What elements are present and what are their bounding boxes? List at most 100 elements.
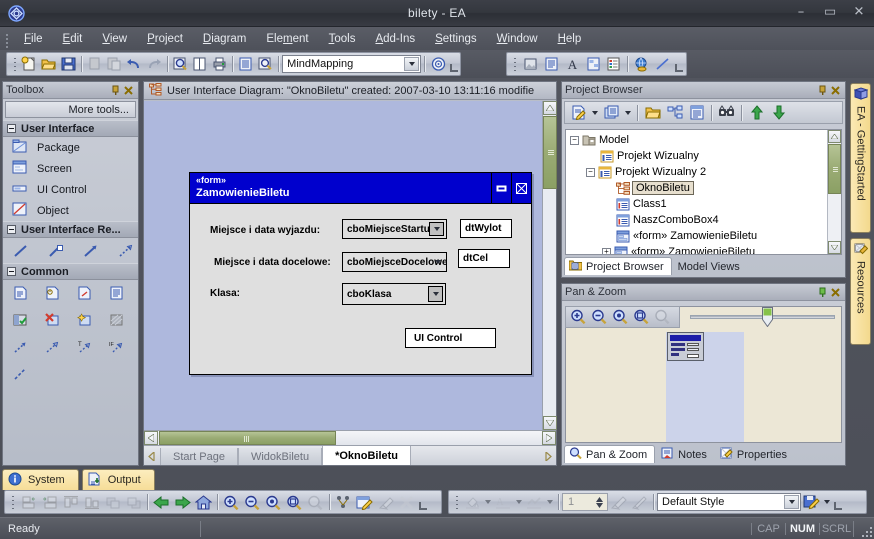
note-icon[interactable] <box>12 285 29 301</box>
tree-node[interactable]: Projekt Wizualny <box>566 148 841 164</box>
scroll-thumb[interactable] <box>543 116 557 189</box>
paste-icon[interactable] <box>105 54 125 74</box>
dependency-icon[interactable] <box>82 243 99 259</box>
tree-node[interactable]: «form» ZamowienieBiletu <box>566 228 841 244</box>
toolbar-overflow-button[interactable] <box>673 53 684 75</box>
chevron-down-icon[interactable] <box>483 493 493 512</box>
save-style-icon[interactable] <box>801 492 822 512</box>
pin-icon[interactable] <box>816 286 829 299</box>
toolbar-grip[interactable] <box>10 494 16 510</box>
tagged-value-icon[interactable]: T <box>76 339 93 355</box>
chevron-down-icon[interactable] <box>822 493 832 512</box>
form-text-dtcel[interactable]: dtCel <box>458 249 510 268</box>
dependency-icon[interactable] <box>12 339 29 355</box>
scroll-left-button[interactable] <box>144 431 158 445</box>
trace-icon[interactable] <box>117 243 134 259</box>
legend-icon[interactable] <box>603 54 624 74</box>
zoom-out-icon[interactable] <box>242 492 263 512</box>
chevron-down-icon[interactable] <box>428 286 443 302</box>
diagram-vertical-scrollbar[interactable] <box>542 101 557 430</box>
information-flow-icon[interactable]: IF <box>108 339 125 355</box>
tab-system[interactable]: System <box>2 469 79 490</box>
menu-element[interactable]: Element <box>256 30 318 48</box>
zoom-in-icon[interactable] <box>568 308 589 327</box>
note-link-icon[interactable] <box>76 285 93 301</box>
constraint-icon[interactable] <box>44 285 61 301</box>
zoom-selection-icon[interactable] <box>631 308 652 327</box>
toolbar-overflow-button[interactable] <box>448 53 459 75</box>
search-icon[interactable] <box>716 103 737 122</box>
tab-widokbiletu[interactable]: WidokBiletu <box>237 448 323 465</box>
redo-icon[interactable] <box>144 54 164 74</box>
zoom-in-icon[interactable] <box>221 492 242 512</box>
pin-icon[interactable] <box>109 84 122 97</box>
scroll-down-button[interactable] <box>543 416 557 430</box>
close-icon[interactable] <box>122 84 135 97</box>
vtab-resources[interactable]: Resources <box>850 238 871 345</box>
zoom-selection-icon[interactable] <box>284 492 305 512</box>
toolbar-grip[interactable] <box>12 56 18 72</box>
note-icon[interactable] <box>541 54 562 74</box>
diagram-horizontal-scrollbar[interactable] <box>144 430 556 445</box>
spinner-buttons[interactable] <box>593 494 606 510</box>
tree-node[interactable]: + «form» ZamowienieBiletu <box>566 244 841 254</box>
style-combo[interactable]: Default Style <box>657 493 801 511</box>
association-icon[interactable] <box>12 243 29 259</box>
aggregation-icon[interactable] <box>47 243 64 259</box>
new-element-icon[interactable] <box>76 312 93 328</box>
menu-view[interactable]: View <box>92 30 137 48</box>
move-down-icon[interactable] <box>768 103 789 122</box>
toolbox-section-common[interactable]: Common <box>3 263 138 280</box>
scroll-up-button[interactable] <box>828 130 841 143</box>
form-ui-control-button[interactable]: UI Control <box>405 328 496 348</box>
tree-node[interactable]: Class1 <box>566 196 841 212</box>
scroll-down-button[interactable] <box>828 241 841 254</box>
minimize-icon[interactable] <box>491 173 511 204</box>
menu-settings[interactable]: Settings <box>425 30 487 48</box>
toolbox-section-ui-relationships[interactable]: User Interface Re... <box>3 221 138 238</box>
menu-tools[interactable]: Tools <box>319 30 366 48</box>
tree-node[interactable]: OknoBiletu <box>566 180 841 196</box>
chevron-down-icon[interactable] <box>429 222 444 236</box>
toolbox-section-user-interface[interactable]: User Interface <box>3 120 138 137</box>
new-package-icon[interactable] <box>601 103 622 122</box>
toolbox-item-package[interactable]: Package <box>3 137 138 158</box>
copy-icon[interactable] <box>85 54 105 74</box>
zoom-fit-icon[interactable] <box>263 492 284 512</box>
menu-edit[interactable]: Edit <box>53 30 93 48</box>
resize-grip[interactable] <box>858 523 872 537</box>
nav-forward-icon[interactable] <box>172 492 193 512</box>
form-element-zamowieniebiletu[interactable]: «form» ZamowienieBiletu Miejsce i data w… <box>189 172 532 375</box>
tab-project-browser[interactable]: Project Browser <box>564 257 672 275</box>
form-combo-cbomiejscedocelowego[interactable]: cboMiejsceDocelowego <box>342 252 447 272</box>
help-icon[interactable] <box>428 54 448 74</box>
pin-icon[interactable] <box>816 84 829 97</box>
scroll-thumb[interactable] <box>828 144 841 194</box>
menu-window[interactable]: Window <box>487 30 548 48</box>
trace-icon[interactable] <box>44 339 61 355</box>
chevron-down-icon[interactable] <box>784 495 799 509</box>
close-icon[interactable] <box>829 286 842 299</box>
close-icon[interactable] <box>511 173 531 204</box>
toolbar-grip[interactable] <box>512 56 518 72</box>
page-icon[interactable] <box>190 54 210 74</box>
chevron-down-icon[interactable] <box>545 493 555 512</box>
collapse-icon[interactable]: − <box>570 135 579 145</box>
save-icon[interactable] <box>59 54 79 74</box>
close-button[interactable]: ✕ <box>850 3 868 21</box>
tab-properties[interactable]: Properties <box>716 446 794 463</box>
collapse-icon[interactable] <box>7 225 16 234</box>
toolbox-item-screen[interactable]: Screen <box>3 158 138 179</box>
toolbar-overflow-button[interactable] <box>417 491 427 513</box>
move-up-icon[interactable] <box>746 103 767 122</box>
collapse-icon[interactable] <box>7 124 16 133</box>
minimize-button[interactable]: – <box>792 3 810 21</box>
maximize-button[interactable]: ▭ <box>821 3 839 21</box>
undo-icon[interactable] <box>124 54 144 74</box>
menu-diagram[interactable]: Diagram <box>193 30 256 48</box>
scroll-thumb[interactable] <box>159 431 336 445</box>
zoom-out-icon[interactable] <box>589 308 610 327</box>
tab-pan-zoom[interactable]: Pan & Zoom <box>564 445 656 463</box>
zoom-slider-knob[interactable] <box>762 307 773 328</box>
text-icon[interactable] <box>108 285 125 301</box>
